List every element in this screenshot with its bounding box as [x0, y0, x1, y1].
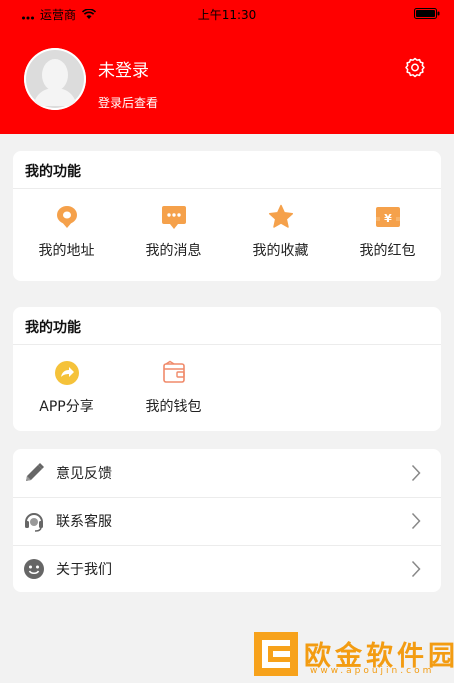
- app-share-button[interactable]: APP分享: [13, 360, 120, 416]
- gear-icon[interactable]: [403, 56, 427, 80]
- login-hint[interactable]: 登录后查看: [98, 94, 158, 111]
- status-time: 上午11:30: [197, 8, 257, 22]
- list-item-feedback[interactable]: 意见反馈: [13, 449, 441, 497]
- functions-title: 我的功能: [25, 164, 81, 180]
- battery-icon: [414, 8, 440, 19]
- customer-service-label: 联系客服: [56, 514, 112, 530]
- my-favorites-button[interactable]: 我的收藏: [227, 204, 334, 260]
- app-share-label: APP分享: [39, 399, 94, 415]
- my-messages-label: 我的消息: [145, 243, 202, 259]
- my-favorites-label: 我的收藏: [252, 243, 309, 259]
- settings-list: 意见反馈 联系客服 关于我们: [13, 449, 441, 592]
- my-messages-button[interactable]: 我的消息: [120, 204, 227, 260]
- smiley-icon: [23, 558, 45, 580]
- feedback-label: 意见反馈: [56, 466, 112, 482]
- wallet-icon: [161, 360, 187, 386]
- headset-icon: [23, 510, 45, 532]
- my-wallet-label: 我的钱包: [145, 399, 202, 415]
- list-item-about-us[interactable]: 关于我们: [13, 545, 441, 593]
- functions-card: 我的功能 我的地址 我的消息 我的收藏 ¥ 我的红包: [13, 151, 441, 281]
- location-icon: [54, 204, 80, 230]
- my-address-button[interactable]: 我的地址: [13, 204, 120, 260]
- functions-title-2: 我的功能: [25, 320, 81, 336]
- username[interactable]: 未登录: [98, 56, 149, 81]
- red-envelope-icon: ¥: [375, 204, 401, 230]
- my-red-envelope-button[interactable]: ¥ 我的红包: [334, 204, 441, 260]
- chevron-right-icon: [411, 512, 421, 530]
- avatar[interactable]: [24, 48, 86, 110]
- divider: [13, 344, 441, 345]
- share-icon: [54, 360, 80, 386]
- chevron-right-icon: [411, 560, 421, 578]
- functions-card-2: 我的功能 APP分享 我的钱包: [13, 307, 441, 431]
- divider: [13, 188, 441, 189]
- chevron-right-icon: [411, 464, 421, 482]
- watermark-url: www.apoujin.com: [310, 666, 435, 676]
- my-wallet-button[interactable]: 我的钱包: [120, 360, 227, 416]
- svg-text:¥: ¥: [384, 212, 392, 225]
- list-item-customer-service[interactable]: 联系客服: [13, 497, 441, 545]
- profile-header: 运营商 上午11:30 未登录 登录后查看: [0, 0, 454, 134]
- my-address-label: 我的地址: [38, 243, 95, 259]
- about-us-label: 关于我们: [56, 562, 112, 578]
- star-icon: [268, 204, 294, 230]
- watermark: 欧金软件园 www.apoujin.com: [254, 632, 454, 678]
- pencil-icon: [23, 462, 45, 484]
- my-red-envelope-label: 我的红包: [359, 243, 416, 259]
- watermark-logo-icon: [254, 632, 298, 676]
- message-icon: [161, 204, 187, 230]
- status-bar: 运营商 上午11:30: [0, 0, 454, 28]
